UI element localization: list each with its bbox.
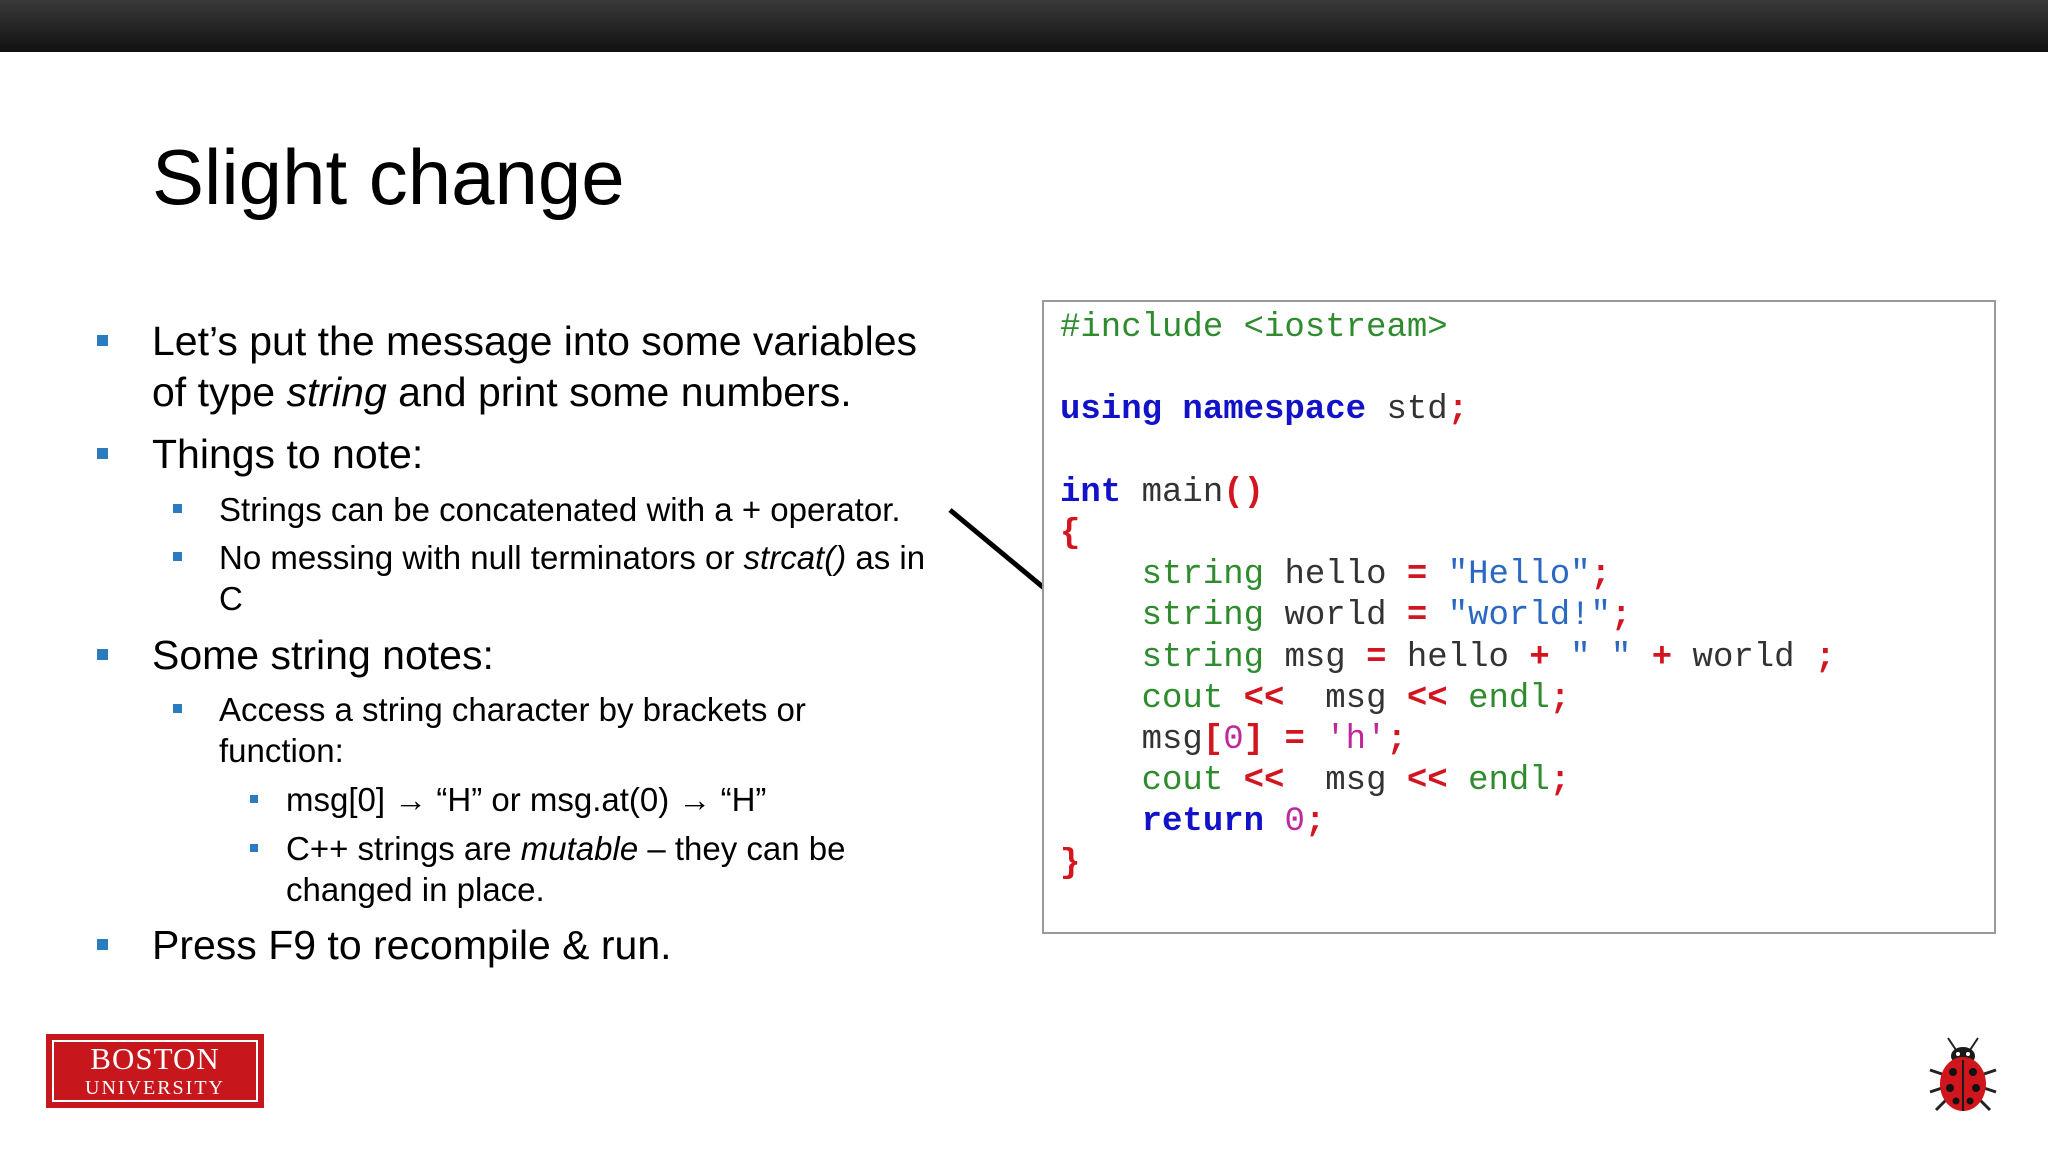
boston-university-logo: BOSTON UNIVERSITY: [46, 1034, 264, 1108]
code-identifier: msg: [1325, 762, 1387, 801]
code-box: #include <iostream> using namespace std;…: [1042, 300, 1996, 934]
code-identifier: hello: [1386, 638, 1530, 677]
include-directive: #include <iostream>: [1060, 309, 1448, 347]
code-number: 0: [1284, 803, 1305, 842]
logo-line1: BOSTON: [90, 1041, 220, 1076]
code-identifier: main: [1121, 473, 1224, 512]
code-identifier: msg: [1141, 721, 1203, 760]
code-keyword: return: [1141, 803, 1265, 842]
code-type: string: [1141, 638, 1265, 677]
code-keyword: int: [1060, 473, 1122, 512]
code-identifier: endl: [1468, 679, 1550, 718]
code-listing: #include <iostream> using namespace std;…: [1060, 309, 1836, 883]
code-keyword: using namespace: [1060, 391, 1367, 430]
code-string: " ": [1570, 638, 1632, 677]
code-identifier: world: [1672, 638, 1815, 677]
code-identifier: endl: [1468, 762, 1550, 801]
code-identifier: hello: [1264, 556, 1407, 595]
code-type: string: [1141, 556, 1265, 595]
logo-line2: UNIVERSITY: [85, 1077, 225, 1099]
code-identifier: world: [1264, 597, 1407, 636]
code-char-literal: 'h': [1325, 721, 1387, 760]
ladybug-icon: [1929, 1037, 1997, 1112]
code-identifier: cout: [1141, 762, 1224, 801]
code-identifier: msg: [1264, 638, 1367, 677]
code-identifier: cout: [1141, 679, 1224, 718]
code-identifier: std: [1366, 391, 1448, 430]
code-string: "Hello": [1447, 556, 1591, 595]
code-number: 0: [1223, 721, 1244, 760]
code-string: "world!": [1447, 597, 1611, 636]
code-identifier: msg: [1325, 679, 1387, 718]
code-type: string: [1141, 597, 1265, 636]
